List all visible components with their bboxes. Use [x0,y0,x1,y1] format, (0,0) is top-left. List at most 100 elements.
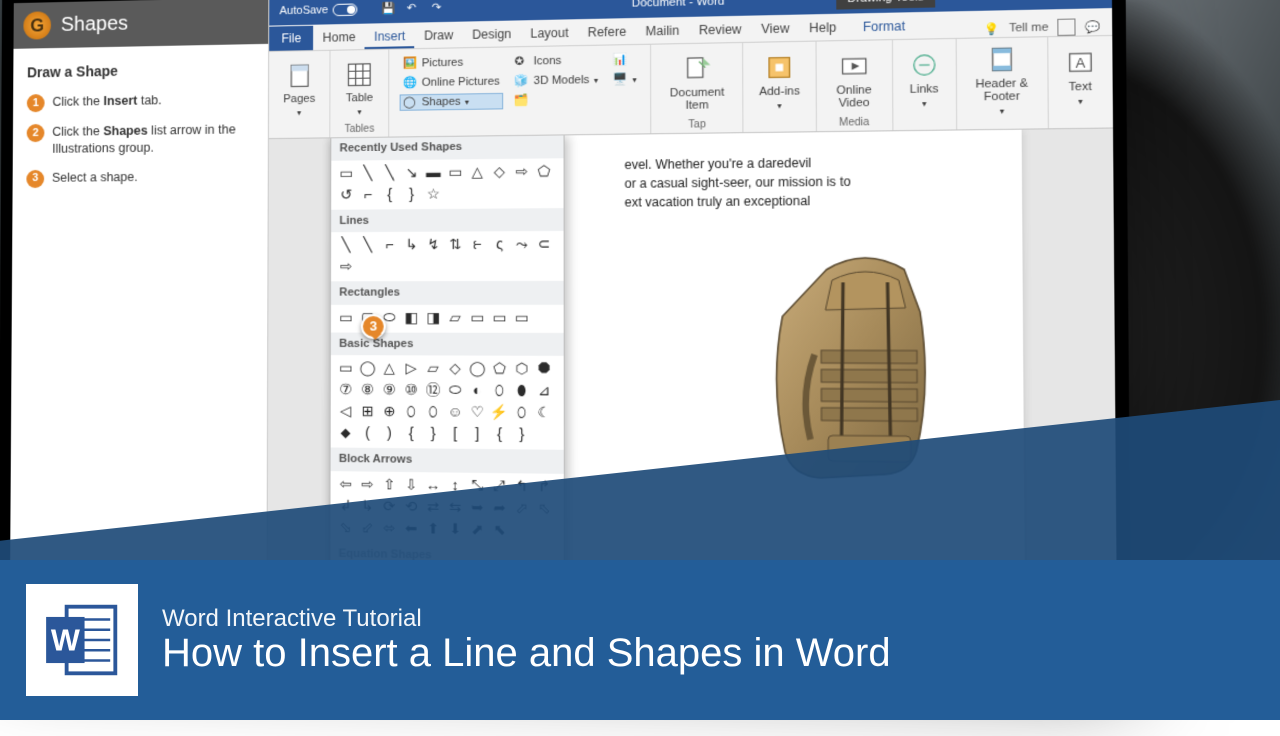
undo-icon[interactable]: ↶ [407,1,422,16]
tab-review[interactable]: Review [689,17,751,43]
tab-view[interactable]: View [751,16,799,42]
shape-option[interactable]: ◯ [359,359,377,377]
shape-option[interactable]: ⑧ [359,381,377,399]
share-icon[interactable] [1058,18,1076,35]
shape-option[interactable]: ◇ [491,162,509,180]
online-pictures-button[interactable]: 🌐Online Pictures [400,73,503,91]
maximize-button[interactable]: ☐ [1037,0,1069,5]
shape-option[interactable]: ⬯ [490,382,508,400]
shape-option[interactable]: ⚡ [490,403,508,421]
shape-option[interactable]: { [381,185,399,203]
shape-option[interactable]: ] [468,425,486,443]
icons-button[interactable]: ✪Icons [511,52,601,70]
shape-option[interactable]: { [490,425,508,443]
shape-option[interactable]: ⇨ [337,258,355,275]
shape-option[interactable]: ↺ [337,186,355,204]
shape-option[interactable]: ⇧ [380,475,398,493]
shape-option[interactable]: ▭ [337,164,355,182]
3d-models-button[interactable]: 🧊3D Models ▾ [511,72,601,90]
shape-option[interactable]: ╲ [359,164,377,182]
redo-icon[interactable]: ↷ [432,0,447,15]
shape-option[interactable]: △ [380,359,398,377]
tab-home[interactable]: Home [313,25,364,50]
smartart-button[interactable]: 🗂️ [511,91,601,109]
shape-option[interactable]: ▭ [468,308,486,326]
shape-option[interactable]: ▭ [337,308,355,325]
shape-option[interactable]: ⑨ [380,381,398,399]
autosave-toggle[interactable]: AutoSave [279,3,357,17]
addins-button[interactable]: Add-ins▾ [755,50,805,113]
shape-option[interactable]: ↳ [403,236,421,254]
table-button[interactable]: Table ▾ [341,58,378,119]
shape-option[interactable]: ⊕ [380,403,398,421]
close-button[interactable]: ✕ [1075,0,1107,5]
tab-refere[interactable]: Refere [578,19,636,45]
tab-layout[interactable]: Layout [521,20,578,46]
tab-file[interactable]: File [269,26,313,51]
shape-option[interactable]: ⬯ [424,403,442,421]
shape-option[interactable]: } [424,425,442,443]
tab-mailin[interactable]: Mailin [636,18,689,44]
pictures-button[interactable]: 🖼️Pictures [400,54,503,72]
links-button[interactable]: Links▾ [904,47,945,110]
shape-option[interactable]: ▷ [402,359,420,377]
shape-option[interactable]: ◨ [424,308,442,326]
tab-format[interactable]: Format [853,13,915,40]
shape-option[interactable]: ◯ [468,360,486,378]
shape-option[interactable]: ⇅ [446,236,464,254]
shape-option[interactable]: ▱ [446,308,464,326]
document-item-button[interactable]: Document Item [662,51,731,114]
shape-option[interactable]: ▭ [446,163,464,181]
minimize-button[interactable]: — [998,0,1030,6]
chart-button[interactable]: 📊 [610,51,640,68]
shape-option[interactable]: ⬠ [535,162,553,180]
shape-option[interactable]: ⇩ [402,476,420,494]
shape-option[interactable]: ⌐ [359,185,377,203]
shape-option[interactable]: ⊿ [535,382,553,400]
shape-option[interactable]: ▬ [424,163,442,181]
shape-option[interactable]: { [402,424,420,442]
shape-option[interactable]: ↘ [403,163,421,181]
shape-option[interactable]: ( [359,424,377,442]
pages-button[interactable]: Pages ▾ [279,59,319,120]
shape-option[interactable]: ⬯ [402,403,420,421]
online-video-button[interactable]: Online Video [827,48,880,111]
shape-option[interactable]: ↔ [424,476,442,494]
shape-option[interactable]: ⯃ [535,360,553,378]
shape-option[interactable]: ▱ [424,360,442,378]
shape-option[interactable]: ◐ [468,381,486,399]
shape-option[interactable]: ⇨ [513,162,531,180]
shape-option[interactable]: ⑦ [337,381,355,399]
shape-option[interactable]: ⊞ [359,402,377,420]
tab-help[interactable]: Help [799,15,846,41]
tellme-area[interactable]: 💡 Tell me 💬 [984,18,1112,38]
shape-option[interactable]: ⤳ [513,235,531,253]
shape-option[interactable]: ╲ [359,236,377,254]
tab-draw[interactable]: Draw [415,23,463,49]
shape-option[interactable]: ⊂ [535,235,553,253]
shape-option[interactable]: ⇦ [337,475,355,493]
shape-option[interactable]: ╲ [337,236,355,253]
shape-option[interactable]: ╲ [381,164,399,182]
shape-option[interactable]: ⬠ [490,360,508,378]
shape-option[interactable]: ⬡ [513,360,531,378]
shape-option[interactable]: △ [468,163,486,181]
context-tab-drawing-tools[interactable]: Drawing Tools [836,0,935,10]
comments-icon[interactable]: 💬 [1085,20,1101,34]
shape-option[interactable]: ) [380,424,398,442]
shapes-button[interactable]: ◯Shapes▾ [400,93,503,111]
shape-option[interactable]: ⬯ [513,404,531,422]
tab-insert[interactable]: Insert [365,24,415,49]
shape-option[interactable]: ◧ [402,308,420,326]
header-footer-button[interactable]: Header & Footer▾ [968,42,1036,119]
shape-option[interactable]: ⬭ [446,381,464,399]
text-button[interactable]: A Text▾ [1059,44,1101,108]
shape-option[interactable]: ⬥ [337,424,355,442]
screenshot-button[interactable]: 🖥️▾ [610,71,640,88]
save-icon[interactable]: 💾 [382,2,397,17]
shape-option[interactable]: } [513,425,531,443]
shape-option[interactable]: [ [446,425,464,443]
shape-option[interactable]: ⇨ [358,475,376,493]
shape-option[interactable]: ⑫ [424,381,442,399]
ribbon-display-icon[interactable]: ▭ [960,0,992,7]
